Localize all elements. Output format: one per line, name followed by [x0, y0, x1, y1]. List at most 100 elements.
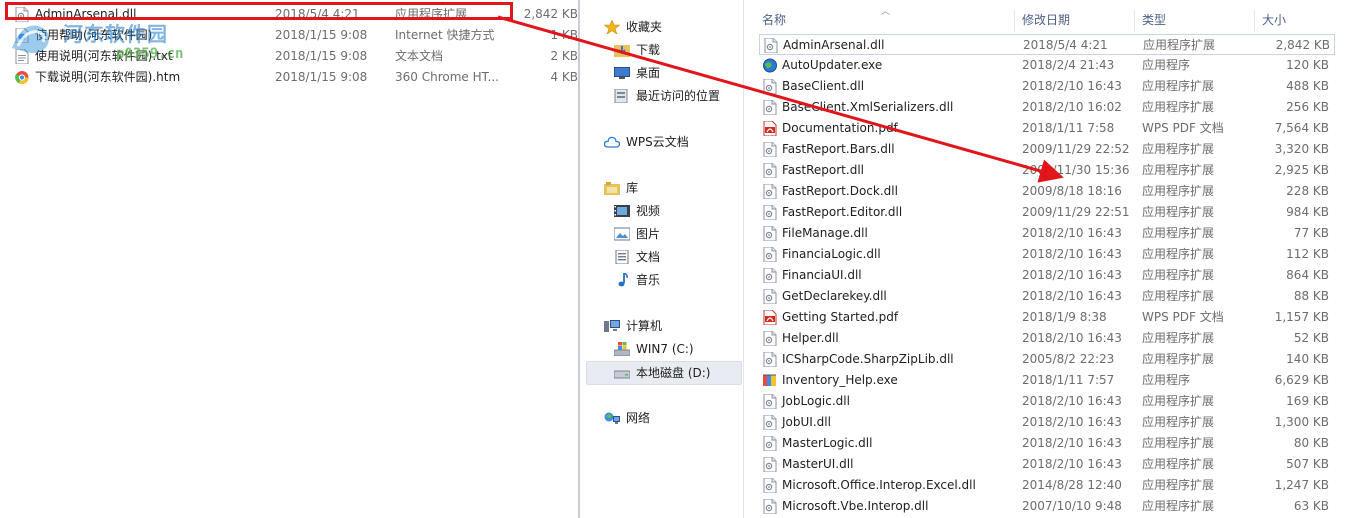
file-name: GetDeclarekey.dll — [782, 289, 887, 303]
column-header-size[interactable]: 大小 — [1262, 8, 1286, 32]
file-type: 应用程序扩展 — [1142, 268, 1215, 282]
file-row[interactable]: FastReport.Editor.dll 2009/11/29 22:51 应用程… — [759, 202, 1335, 223]
file-row[interactable]: Documentation.pdf 2018/1/11 7:58 WPS PDF 文… — [759, 118, 1335, 139]
file-name: Microsoft.Vbe.Interop.dll — [782, 499, 929, 513]
file-type: WPS PDF 文档 — [1142, 310, 1224, 324]
file-name: BaseClient.dll — [782, 79, 865, 93]
file-row[interactable]: Helper.dll 2018/2/10 16:43 应用程序扩展 52 KB — [759, 328, 1335, 349]
file-size: 1 KB — [550, 28, 578, 42]
nav-favorites-label: 收藏夹 — [626, 20, 663, 34]
file-size: 2 KB — [550, 49, 578, 63]
dll-icon — [763, 226, 777, 241]
hard-drive-icon — [614, 370, 630, 379]
dll-icon — [763, 436, 777, 451]
library-icon — [604, 182, 620, 195]
column-divider[interactable] — [1014, 10, 1015, 32]
dll-icon — [763, 352, 777, 367]
column-divider[interactable] — [1254, 10, 1255, 32]
file-row[interactable]: FinanciaLogic.dll 2018/2/10 16:43 应用程序扩展 11… — [759, 244, 1335, 265]
file-row[interactable]: JobLogic.dll 2018/2/10 16:43 应用程序扩展 169 KB — [759, 391, 1335, 412]
file-name: AutoUpdater.exe — [782, 58, 883, 72]
file-row[interactable]: AdminArsenal.dll 2018/5/4 4:21 应用程序扩展 2,842… — [759, 34, 1335, 55]
file-modified-date: 2009/11/29 22:52 — [1022, 142, 1130, 156]
file-type: 应用程序扩展 — [1142, 247, 1215, 261]
navigation-pane: 收藏夹 下载 桌面 最近访问的位置 WPS云文档 库 视频 图片 文档 音乐 计… — [580, 0, 744, 518]
file-size: 1,300 KB — [1274, 415, 1329, 429]
file-size: 1,157 KB — [1274, 310, 1329, 324]
source-file-row[interactable]: 下载说明(河东软件园).htm 2018/1/15 9:08 360 Chrome … — [0, 67, 578, 88]
file-name: 下载说明(河东软件园).htm — [35, 70, 181, 84]
dll-icon — [763, 268, 777, 283]
nav-computer-label: 计算机 — [626, 319, 663, 333]
file-row[interactable]: MasterUI.dll 2018/2/10 16:43 应用程序扩展 507 KB — [759, 454, 1335, 475]
column-header-name[interactable]: 名称 — [762, 8, 786, 32]
sort-ascending-icon: ︿ — [881, 7, 891, 17]
file-modified-date: 2018/2/10 16:43 — [1022, 247, 1122, 261]
file-size: 88 KB — [1293, 289, 1329, 303]
file-name: FastReport.Dock.dll — [782, 184, 898, 198]
file-row[interactable]: GetDeclarekey.dll 2018/2/10 16:43 应用程序扩展 88… — [759, 286, 1335, 307]
dll-icon — [763, 163, 777, 178]
cloud-icon — [604, 136, 620, 148]
file-modified-date: 2018/1/9 8:38 — [1022, 310, 1107, 324]
file-row[interactable]: BaseClient.XmlSerializers.dll 2018/2/10 1… — [759, 97, 1335, 118]
download-folder-icon — [614, 45, 630, 57]
chrome-htm-icon — [15, 71, 29, 85]
file-row[interactable]: Inventory_Help.exe 2018/1/11 7:57 应用程序 6,62… — [759, 370, 1335, 391]
file-modified-date: 2005/8/2 22:23 — [1022, 352, 1115, 366]
dll-icon — [763, 478, 777, 493]
file-size: 77 KB — [1293, 226, 1329, 240]
file-modified-date: 2014/8/28 12:40 — [1022, 478, 1122, 492]
column-divider[interactable] — [1134, 10, 1135, 32]
file-type: Internet 快捷方式 — [395, 28, 495, 42]
file-size: 2,925 KB — [1274, 163, 1329, 177]
file-row[interactable]: FileManage.dll 2018/2/10 16:43 应用程序扩展 77 KB — [759, 223, 1335, 244]
file-type: 360 Chrome HT... — [395, 70, 499, 84]
file-row[interactable]: Microsoft.Vbe.Interop.dll 2007/10/10 9:48… — [759, 496, 1335, 517]
file-row[interactable]: FastReport.dll 2009/11/30 15:36 应用程序扩展 2,92… — [759, 160, 1335, 181]
dll-icon — [763, 205, 777, 220]
file-type: 应用程序扩展 — [1142, 226, 1215, 240]
file-row[interactable]: Microsoft.Office.Interop.Excel.dll 2014/8… — [759, 475, 1335, 496]
recent-places-icon — [614, 89, 628, 103]
file-row[interactable]: AutoUpdater.exe 2018/2/4 21:43 应用程序 120 KB — [759, 55, 1335, 76]
globe-exe-icon — [763, 58, 777, 73]
file-size: 112 KB — [1286, 247, 1329, 261]
dll-icon — [763, 499, 777, 514]
file-name: MasterUI.dll — [782, 457, 854, 471]
file-row[interactable]: Getting Started.pdf 2018/1/9 8:38 WPS PDF … — [759, 307, 1335, 328]
file-size: 256 KB — [1286, 100, 1329, 114]
file-type: 应用程序扩展 — [1143, 38, 1216, 52]
file-type: 应用程序扩展 — [1142, 289, 1215, 303]
column-header-modified[interactable]: 修改日期 — [1022, 8, 1070, 32]
source-file-list: AdminArsenal.dll 2018/5/4 4:21 应用程序扩展 2,842… — [0, 0, 578, 518]
nav-drive-d-label: 本地磁盘 (D:) — [636, 366, 711, 380]
file-modified-date: 2018/1/15 9:08 — [275, 70, 368, 84]
file-type: 应用程序扩展 — [1142, 436, 1215, 450]
file-row[interactable]: FinanciaUI.dll 2018/2/10 16:43 应用程序扩展 864 K… — [759, 265, 1335, 286]
file-row[interactable]: JobUI.dll 2018/2/10 16:43 应用程序扩展 1,300 KB — [759, 412, 1335, 433]
file-row[interactable]: ICSharpCode.SharpZipLib.dll 2005/8/2 22:2… — [759, 349, 1335, 370]
file-row[interactable]: FastReport.Dock.dll 2009/8/18 18:16 应用程序扩展… — [759, 181, 1335, 202]
file-size: 4 KB — [550, 70, 578, 84]
nav-network-label: 网络 — [626, 411, 651, 425]
nav-drive-d[interactable]: 本地磁盘 (D:) — [586, 361, 742, 385]
file-row[interactable]: MasterLogic.dll 2018/2/10 16:43 应用程序扩展 80 K… — [759, 433, 1335, 454]
file-modified-date: 2018/5/4 4:21 — [1023, 38, 1108, 52]
file-row[interactable]: FastReport.Bars.dll 2009/11/29 22:52 应用程序扩… — [759, 139, 1335, 160]
dll-icon — [763, 142, 777, 157]
file-modified-date: 2018/2/10 16:43 — [1022, 394, 1122, 408]
nav-recent-label: 最近访问的位置 — [636, 89, 721, 103]
file-size: 3,320 KB — [1274, 142, 1329, 156]
file-type: 应用程序扩展 — [1142, 457, 1215, 471]
source-file-row[interactable]: 使用帮助(河东软件园) 2018/1/15 9:08 Internet 快捷方式 1 … — [0, 25, 578, 46]
file-name: FastReport.Editor.dll — [782, 205, 903, 219]
file-type: WPS PDF 文档 — [1142, 121, 1224, 135]
nav-music-label: 音乐 — [636, 273, 661, 287]
source-file-row[interactable]: 使用说明(河东软件园).txt 2018/1/15 9:08 文本文档 2 KB — [0, 46, 578, 67]
file-modified-date: 2018/2/4 21:43 — [1022, 58, 1115, 72]
file-modified-date: 2018/1/15 9:08 — [275, 28, 368, 42]
column-header-type[interactable]: 类型 — [1142, 8, 1166, 32]
file-row[interactable]: BaseClient.dll 2018/2/10 16:43 应用程序扩展 488 K… — [759, 76, 1335, 97]
dll-icon — [764, 38, 778, 53]
